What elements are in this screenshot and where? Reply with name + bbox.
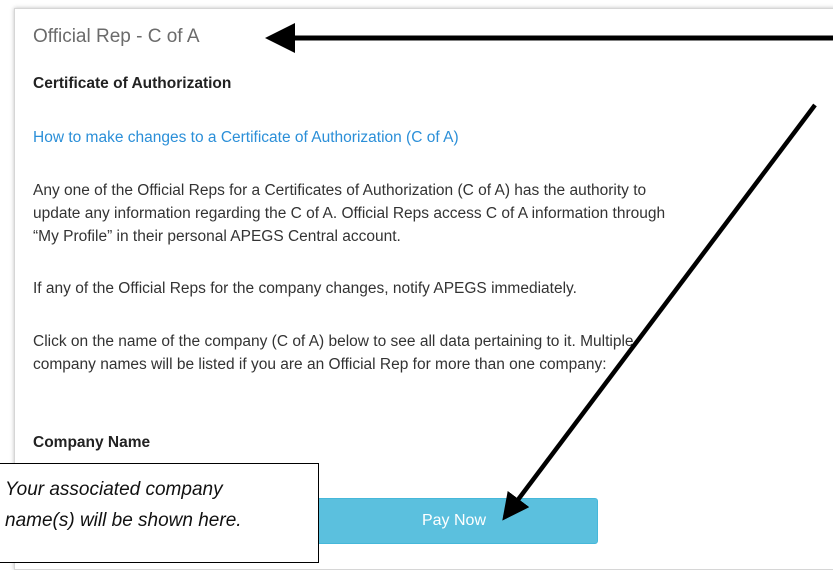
help-link[interactable]: How to make changes to a Certificate of … <box>33 129 459 147</box>
annotation-line: Your associated company <box>5 479 223 500</box>
paragraph-line: “My Profile” in their personal APEGS Cen… <box>33 228 401 245</box>
panel-title: Official Rep - C of A <box>33 26 200 47</box>
section-heading: Certificate of Authorization <box>33 75 232 92</box>
paragraph-line: company names will be listed if you are … <box>33 356 607 373</box>
paragraph-line: Click on the name of the company (C of A… <box>33 333 634 350</box>
paragraph-line: Any one of the Official Reps for a Certi… <box>33 182 647 199</box>
annotation-line: name(s) will be shown here. <box>5 510 242 531</box>
company-name-heading: Company Name <box>33 434 151 451</box>
paragraph-line: If any of the Official Reps for the comp… <box>33 280 577 297</box>
annotation-callout: Your associated company name(s) will be … <box>0 463 319 563</box>
paragraph-line: update any information regarding the C o… <box>33 205 666 222</box>
pay-now-button[interactable]: Pay Now <box>310 498 598 544</box>
